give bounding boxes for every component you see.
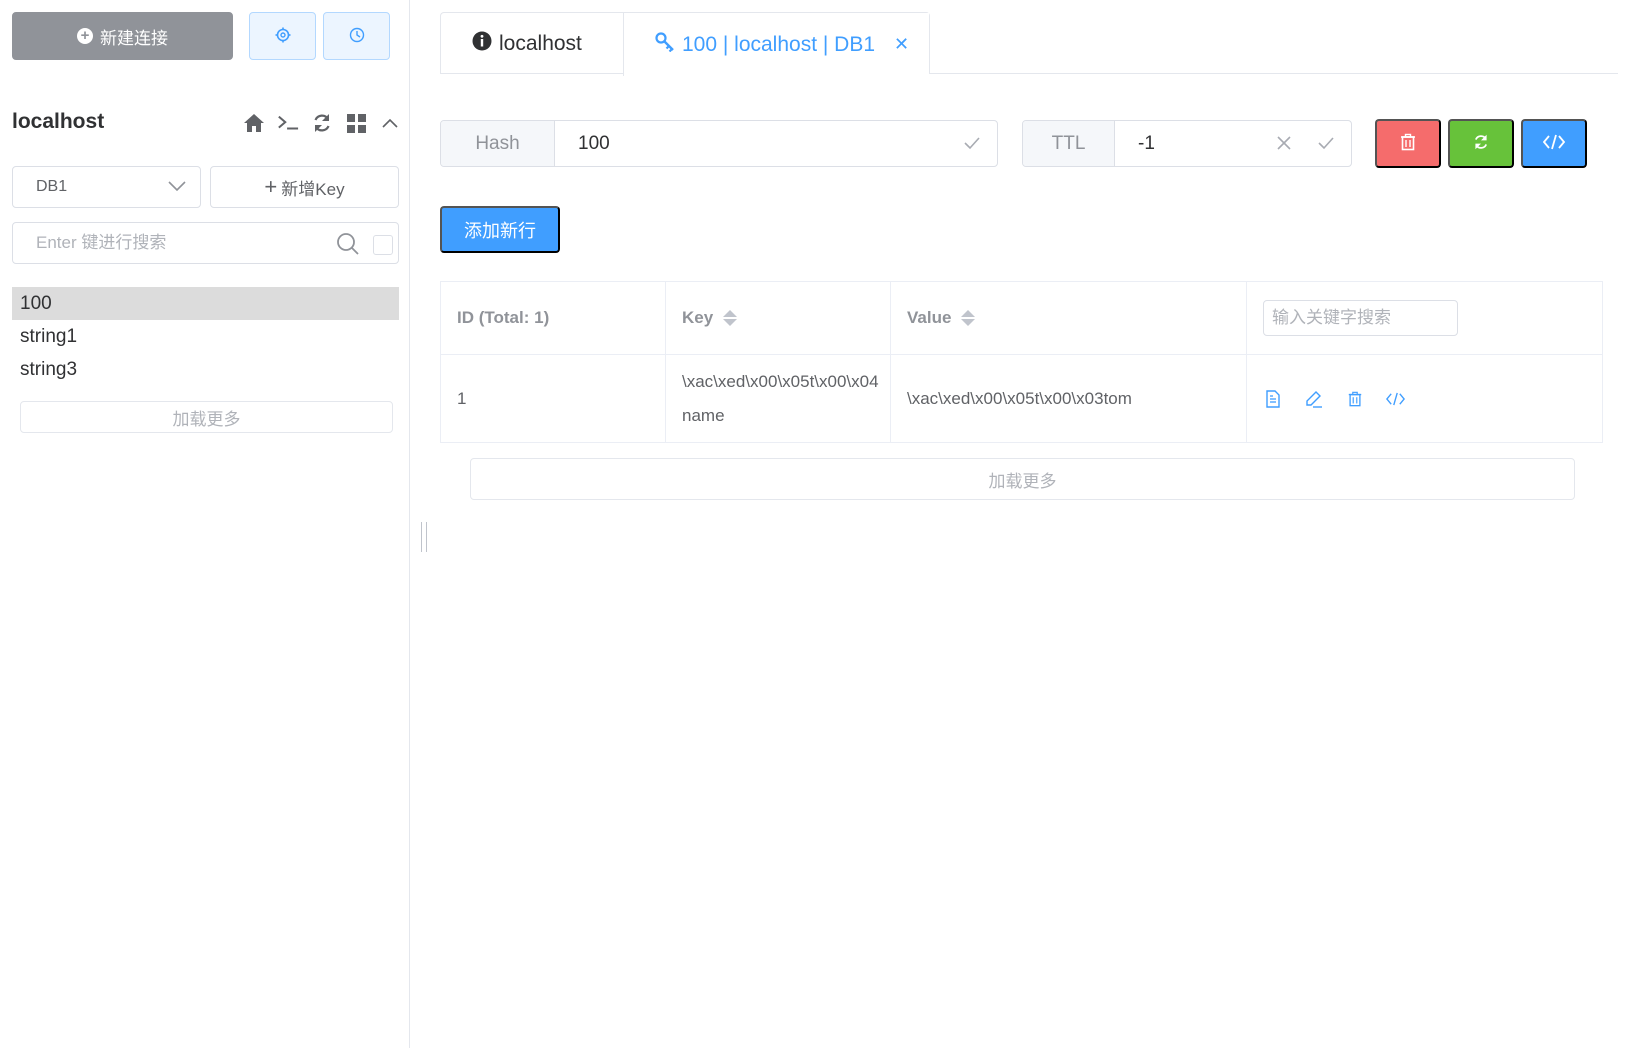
key-item[interactable]: string1	[12, 320, 399, 353]
gear-icon	[275, 27, 291, 46]
code-icon[interactable]	[1386, 389, 1405, 408]
header-key[interactable]: Key	[666, 282, 891, 354]
header-id: ID (Total: 1)	[441, 282, 666, 354]
exact-search-checkbox[interactable]	[373, 235, 393, 255]
settings-button[interactable]	[249, 12, 316, 60]
key-list: 100 string1 string3	[12, 287, 399, 386]
terminal-icon[interactable]	[277, 112, 299, 134]
history-button[interactable]	[323, 12, 390, 60]
table-row: 1 \xac\xed\x00\x05t\x00\x04name \xac\xed…	[441, 355, 1602, 443]
header-value[interactable]: Value	[891, 282, 1247, 354]
add-key-label: 新增Key	[281, 179, 345, 199]
ttl-input-wrapper	[1115, 121, 1351, 166]
cell-operations	[1247, 355, 1602, 442]
cell-key: \xac\xed\x00\x05t\x00\x04name	[666, 355, 891, 442]
cell-value: \xac\xed\x00\x05t\x00\x03tom	[891, 355, 1247, 442]
header-key-label: Key	[682, 308, 714, 327]
document-icon[interactable]	[1263, 389, 1282, 408]
code-icon	[1542, 134, 1566, 153]
main-panel: localhost 100 | localhost | DB1 ✕ Hash T…	[440, 0, 1620, 1048]
home-icon[interactable]	[243, 112, 265, 134]
close-icon[interactable]: ✕	[894, 34, 909, 55]
sort-icon[interactable]	[723, 310, 738, 326]
tab-label: 100 | localhost | DB1	[682, 32, 876, 56]
add-key-button[interactable]: + 新增Key	[210, 166, 399, 208]
clock-icon	[349, 27, 365, 46]
chevron-up-icon[interactable]	[379, 112, 401, 134]
edit-icon[interactable]	[1304, 389, 1323, 408]
cell-id: 1	[441, 355, 666, 442]
clear-icon[interactable]	[1275, 134, 1293, 158]
hash-table: ID (Total: 1) Key Value 1 \xac\xed\x00\x…	[440, 281, 1603, 443]
ttl-field: TTL	[1022, 120, 1352, 167]
connection-title: localhost	[12, 110, 105, 133]
plus-circle-icon: +	[77, 28, 93, 44]
refresh-key-button[interactable]	[1448, 119, 1514, 168]
table-header: ID (Total: 1) Key Value	[441, 282, 1602, 355]
refresh-icon[interactable]	[311, 112, 333, 134]
key-icon	[655, 31, 675, 58]
key-search-box	[12, 222, 399, 264]
connection-toolbar	[243, 110, 401, 136]
new-connection-button[interactable]: + 新建连接	[12, 12, 233, 60]
check-icon[interactable]	[963, 134, 981, 158]
search-icon[interactable]	[336, 232, 360, 261]
key-name-field: Hash	[440, 120, 998, 167]
add-row-button[interactable]: 添加新行	[440, 206, 560, 253]
trash-icon	[1399, 133, 1417, 154]
sidebar-resize-handle[interactable]	[421, 522, 427, 552]
table-load-more-button[interactable]: 加载更多	[470, 458, 1575, 500]
header-value-label: Value	[907, 308, 952, 327]
check-icon[interactable]	[1317, 134, 1335, 158]
tab-group: localhost 100 | localhost | DB1 ✕	[440, 12, 930, 76]
key-name-input[interactable]	[578, 132, 997, 155]
delete-key-button[interactable]	[1375, 119, 1441, 168]
tab-localhost[interactable]: localhost	[441, 13, 623, 75]
table-search-input[interactable]	[1263, 300, 1458, 336]
dump-command-button[interactable]	[1521, 119, 1587, 168]
tab-key-detail[interactable]: 100 | localhost | DB1 ✕	[623, 13, 929, 76]
header-id-label: ID (Total: 1)	[457, 308, 550, 327]
grid-icon[interactable]	[345, 112, 367, 134]
sidebar: + 新建连接 localhost DB1 + 新增Key Enter 键进行搜索…	[0, 0, 410, 1048]
db-select[interactable]: DB1	[12, 166, 201, 208]
key-search-input[interactable]	[36, 233, 326, 253]
ttl-label: TTL	[1023, 121, 1115, 166]
refresh-icon	[1473, 134, 1489, 153]
key-type-label: Hash	[441, 121, 555, 166]
chevron-down-icon	[168, 178, 186, 196]
tab-bar: localhost 100 | localhost | DB1 ✕	[440, 12, 1618, 76]
sidebar-load-more-button[interactable]: 加载更多	[20, 401, 393, 433]
key-item[interactable]: string3	[12, 353, 399, 386]
key-item[interactable]: 100	[12, 287, 399, 320]
row-actions	[1263, 389, 1405, 408]
key-name-wrapper	[555, 121, 997, 166]
plus-icon: +	[264, 174, 278, 199]
header-search	[1247, 282, 1602, 354]
new-connection-label: 新建连接	[100, 28, 168, 48]
sort-icon[interactable]	[961, 310, 976, 326]
trash-icon[interactable]	[1345, 389, 1364, 408]
tab-label: localhost	[499, 32, 582, 55]
info-icon	[472, 31, 492, 57]
db-select-value: DB1	[36, 178, 68, 195]
